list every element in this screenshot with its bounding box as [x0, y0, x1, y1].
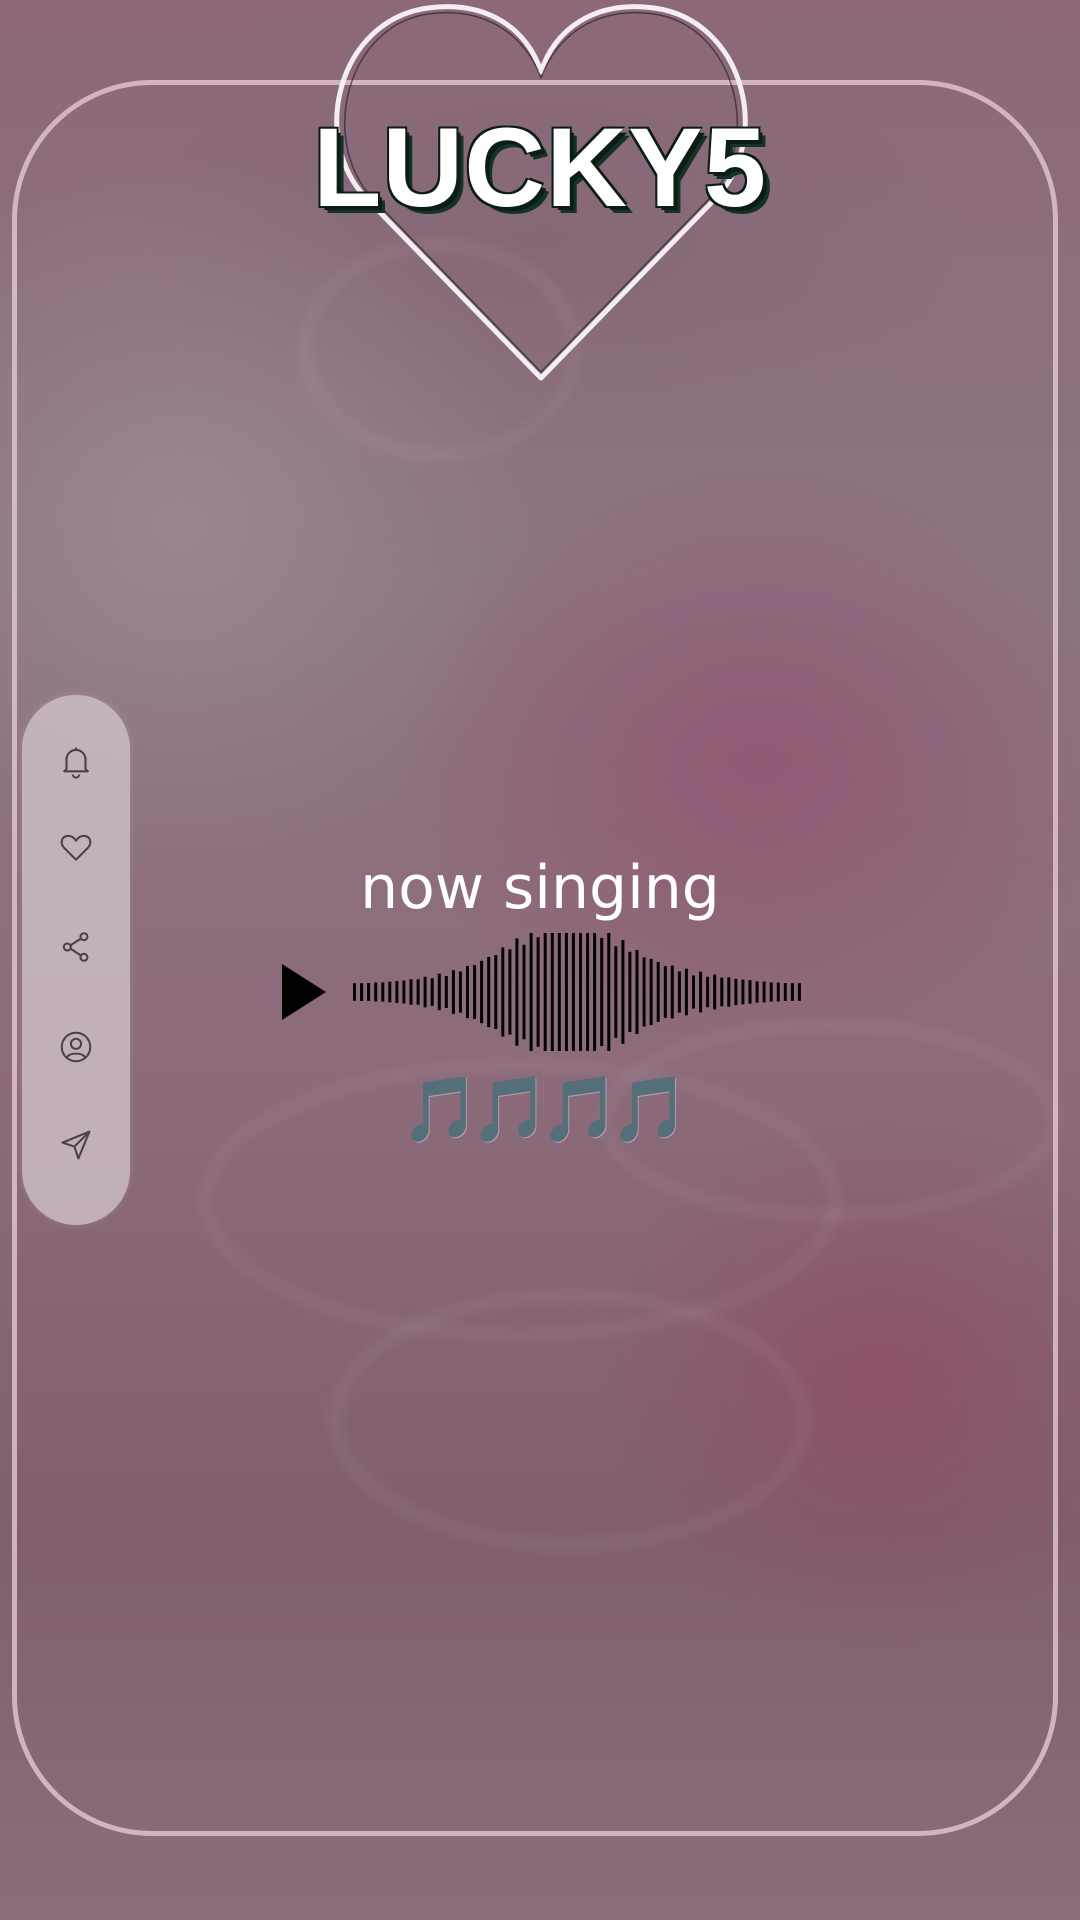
- waveform-bar: [656, 962, 660, 1022]
- waveform-bar: [635, 950, 639, 1034]
- waveform-bar: [797, 983, 801, 1001]
- waveform-bar: [543, 933, 547, 1051]
- share-button[interactable]: [50, 921, 102, 973]
- side-action-panel: [22, 695, 130, 1225]
- now-singing-label: now singing: [360, 853, 720, 923]
- waveform-bar: [684, 968, 688, 1016]
- waveform-bar: [762, 981, 766, 1003]
- brand-logo-text: LUCKY5: [312, 105, 768, 230]
- waveform-bar: [458, 971, 462, 1013]
- waveform-bar: [790, 983, 794, 1001]
- waveform-bar: [557, 933, 561, 1051]
- waveform-bar: [670, 965, 674, 1019]
- waveform-bar: [501, 947, 505, 1037]
- waveform-bar: [423, 976, 427, 1008]
- waveform-bar: [586, 933, 590, 1051]
- waveform-bar: [480, 960, 484, 1024]
- waveform-bar: [416, 979, 420, 1005]
- waveform-bar: [621, 940, 625, 1044]
- waveform-bar: [353, 983, 356, 1001]
- waveform-bar: [395, 981, 399, 1003]
- waveform-bar: [444, 976, 448, 1008]
- play-icon[interactable]: [280, 962, 328, 1022]
- waveform-bar: [677, 971, 681, 1013]
- waveform-bar: [473, 965, 477, 1019]
- waveform-bar: [550, 933, 554, 1051]
- waveform-bar: [713, 974, 717, 1010]
- waveform-bar: [508, 949, 512, 1035]
- waveform-bar: [564, 933, 568, 1051]
- bell-icon: [63, 747, 89, 779]
- waveform-bar: [699, 971, 703, 1013]
- waveform-bar: [515, 938, 519, 1046]
- waveform-bar: [529, 933, 533, 1051]
- waveform-bar: [783, 983, 787, 1001]
- waveform-bar: [494, 955, 498, 1029]
- waveform-bar: [579, 933, 582, 1051]
- waveform-bar: [409, 979, 413, 1005]
- waveform-bar: [360, 983, 364, 1001]
- waveform-bar: [628, 951, 632, 1033]
- waveform-bar: [727, 977, 731, 1007]
- waveform-bar: [649, 958, 653, 1025]
- waveform-bar: [374, 982, 378, 1002]
- profile-button[interactable]: [50, 1021, 102, 1073]
- waveform-bar: [741, 979, 745, 1005]
- waveform-bar: [706, 976, 710, 1008]
- audio-waveform: [353, 933, 801, 1051]
- waveform-bar: [614, 946, 618, 1038]
- waveform-bar: [600, 937, 604, 1047]
- waveform-bar: [487, 956, 491, 1028]
- waveform-bar: [755, 981, 759, 1003]
- music-notes: 🎵🎵🎵🎵: [400, 1073, 690, 1147]
- waveform-bar: [451, 970, 455, 1014]
- waveform-bar: [692, 975, 695, 1009]
- waveform-bar: [388, 981, 392, 1003]
- waveform-bar: [607, 933, 611, 1051]
- waveform-bar: [776, 982, 780, 1002]
- profile-icon: [60, 1031, 92, 1063]
- waveform-bar: [748, 980, 752, 1004]
- waveform-bar: [769, 982, 773, 1002]
- share-icon: [62, 932, 89, 962]
- waveform-bar: [663, 966, 667, 1018]
- waveform-bar: [720, 977, 724, 1007]
- waveform-bar: [437, 973, 441, 1011]
- waveform-bar: [430, 978, 434, 1006]
- waveform-bar: [402, 980, 406, 1004]
- waveform-bar: [381, 982, 385, 1002]
- waveform-bar: [642, 957, 646, 1027]
- waveform-bar: [734, 978, 738, 1006]
- waveform-bar: [571, 933, 575, 1051]
- waveform-bar: [367, 983, 371, 1001]
- waveform-bar: [593, 933, 597, 1051]
- waveform-bar: [536, 937, 540, 1047]
- waveform-bar: [466, 965, 469, 1019]
- bell-button[interactable]: [50, 735, 102, 787]
- waveform-bar: [522, 944, 526, 1040]
